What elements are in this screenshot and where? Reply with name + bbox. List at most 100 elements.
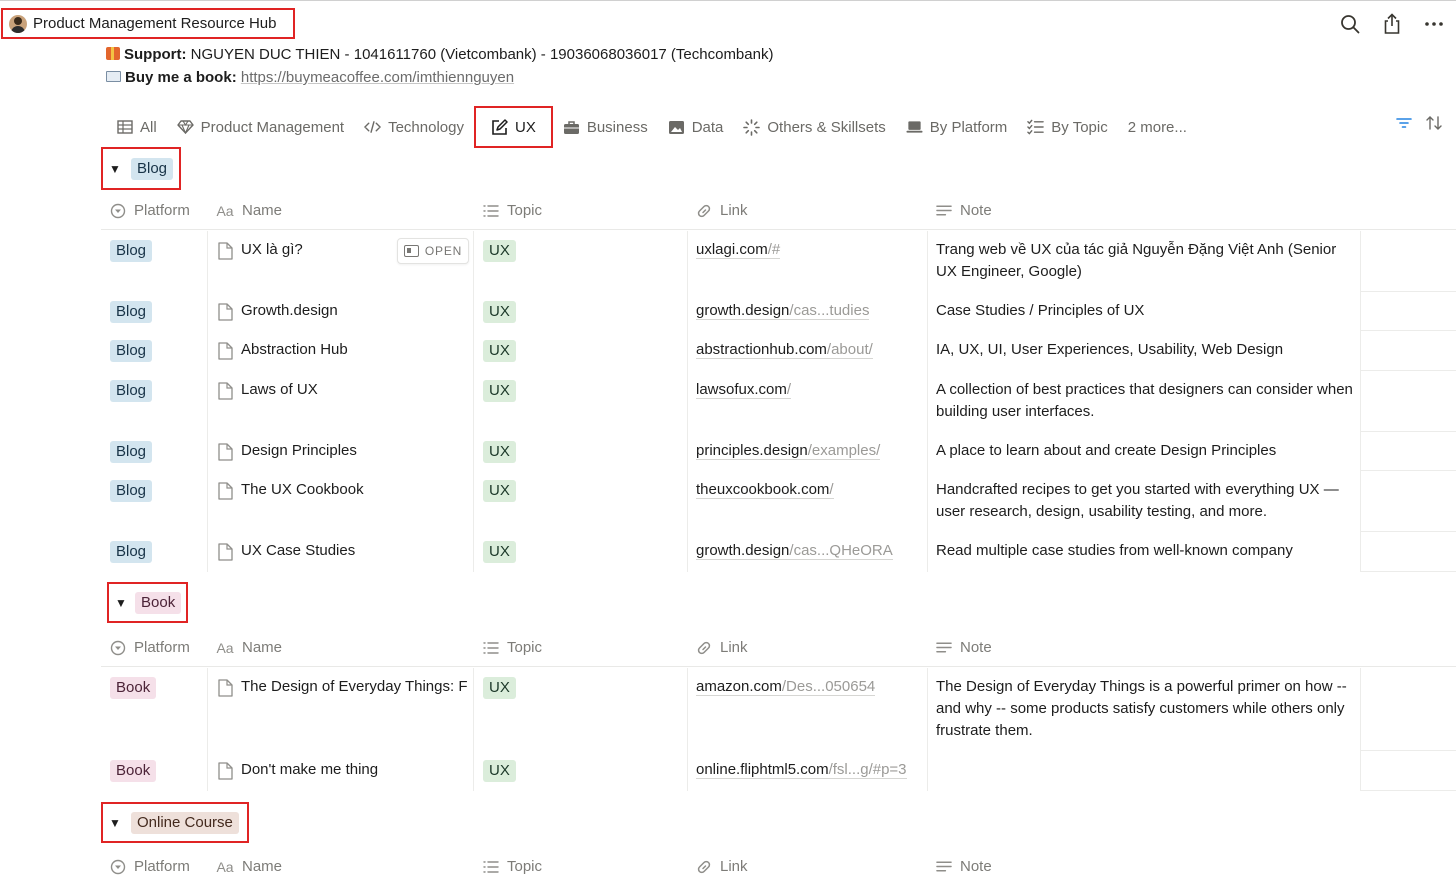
column-note[interactable]: Note (936, 202, 992, 219)
group-header-blog[interactable]: ▼ Blog (101, 147, 181, 190)
text-lines-icon (936, 859, 952, 875)
row-link[interactable]: theuxcookbook.com/ (696, 481, 834, 499)
row-note (936, 759, 1354, 799)
row-link[interactable]: lawsofux.com/ (696, 381, 792, 399)
row-link[interactable]: abstractionhub.com/about/ (696, 341, 873, 359)
row-link[interactable]: amazon.com/Des...050654 (696, 678, 876, 696)
page-icon (218, 543, 233, 561)
row-link[interactable]: principles.design/examples/ (696, 442, 881, 460)
tab-data[interactable]: Data (658, 107, 734, 147)
page-icon (218, 382, 233, 400)
column-topic[interactable]: Topic (483, 639, 542, 656)
group-tag: Blog (131, 157, 174, 180)
topic-tag: UX (483, 301, 516, 323)
column-topic[interactable]: Topic (483, 202, 542, 219)
table-row[interactable]: Book The Design of Everyday Things: F UX… (101, 668, 1456, 751)
more-icon[interactable] (1424, 13, 1444, 35)
group-tag: Book (135, 591, 182, 614)
row-name: Abstraction Hub (241, 341, 348, 358)
tab-product-management[interactable]: Product Management (167, 107, 354, 147)
caret-down-icon[interactable]: ▼ (109, 816, 121, 830)
select-icon (110, 203, 126, 219)
text-icon: Aa (216, 639, 234, 656)
column-link[interactable]: Link (696, 858, 748, 875)
tab-label: Technology (388, 118, 464, 136)
tab-more[interactable]: 2 more... (1118, 107, 1197, 147)
row-link[interactable]: growth.design/cas...tudies (696, 302, 870, 320)
link-icon (696, 203, 712, 219)
tab-ux[interactable]: UX (473, 106, 553, 148)
tab-technology[interactable]: Technology (354, 107, 474, 147)
tab-business[interactable]: Business (553, 107, 658, 147)
table-row[interactable]: Blog The UX Cookbook UX theuxcookbook.co… (101, 471, 1456, 532)
open-label: OPEN (424, 244, 463, 258)
tab-all[interactable]: All (106, 107, 167, 147)
row-name: UX Case Studies (241, 542, 356, 559)
group-box: ▼ Book (107, 582, 188, 623)
image-icon (668, 119, 685, 136)
column-label: Topic (507, 202, 543, 219)
column-name[interactable]: Aa Name (216, 858, 282, 875)
topic-tag: UX (483, 480, 516, 502)
caret-down-icon[interactable]: ▼ (115, 596, 127, 610)
page-info: Support: NGUYEN DUC THIEN - 1041611760 (… (106, 43, 773, 89)
row-link[interactable]: online.fliphtml5.com/fsl...g/#p=3 (696, 761, 907, 779)
column-link[interactable]: Link (696, 202, 748, 219)
column-platform[interactable]: Platform (110, 202, 190, 219)
code-icon (364, 119, 382, 136)
page-title-box[interactable]: Product Management Resource Hub (1, 8, 295, 39)
table-row[interactable]: Blog UX là gì? OPEN UX uxlagi.com/# Tran… (101, 231, 1456, 292)
table-row[interactable]: Blog UX Case Studies UX growth.design/ca… (101, 532, 1456, 572)
group-tag: Online Course (131, 811, 239, 834)
name-cell[interactable]: Don't make me thing (218, 761, 468, 801)
row-note: Handcrafted recipes to get you started w… (936, 481, 1339, 520)
column-label: Link (720, 639, 748, 656)
search-icon[interactable] (1340, 13, 1360, 35)
row-link[interactable]: uxlagi.com/# (696, 241, 781, 259)
column-note[interactable]: Note (936, 639, 992, 656)
tab-others-skillsets[interactable]: Others & Skillsets (733, 107, 895, 147)
name-cell[interactable]: UX Case Studies (218, 542, 468, 582)
page-icon (218, 242, 233, 260)
share-icon[interactable] (1382, 13, 1402, 35)
book-icon (106, 71, 121, 82)
tab-by-topic[interactable]: By Topic (1017, 107, 1117, 147)
column-link[interactable]: Link (696, 639, 748, 656)
row-note: The Design of Everyday Things is a power… (936, 678, 1347, 739)
group-header-book[interactable]: ▼ Book (107, 582, 188, 623)
page-icon (218, 679, 233, 697)
column-platform[interactable]: Platform (110, 639, 190, 656)
column-label: Platform (134, 202, 190, 219)
topic-tag: UX (483, 541, 516, 563)
page-icon (218, 303, 233, 321)
row-name: Growth.design (241, 302, 338, 319)
table-row[interactable]: Blog Growth.design UX growth.design/cas.… (101, 292, 1456, 331)
page-icon (218, 482, 233, 500)
row-note: A collection of best practices that desi… (936, 381, 1353, 420)
filter-icon[interactable] (1396, 116, 1412, 134)
table-row[interactable]: Blog Design Principles UX principles.des… (101, 432, 1456, 471)
column-label: Link (720, 858, 748, 875)
sort-icon[interactable] (1426, 116, 1442, 134)
column-note[interactable]: Note (936, 858, 992, 875)
book-link[interactable]: https://buymeacoffee.com/imthiennguyen (241, 69, 514, 86)
table-row[interactable]: Book Don't make me thing UX online.fliph… (101, 751, 1456, 791)
column-platform[interactable]: Platform (110, 858, 190, 875)
group-box: ▼ Online Course (101, 802, 249, 843)
platform-tag: Blog (110, 380, 153, 402)
name-cell[interactable]: The Design of Everyday Things: F (218, 678, 473, 761)
table-row[interactable]: Blog Laws of UX UX lawsofux.com/ A colle… (101, 371, 1456, 432)
column-topic[interactable]: Topic (483, 858, 542, 875)
column-header-row: Platform Aa Name Topic Link Note (101, 848, 1456, 883)
table-row[interactable]: Blog Abstraction Hub UX abstractionhub.c… (101, 331, 1456, 371)
topic-tag: UX (483, 240, 516, 262)
tab-by-platform[interactable]: By Platform (896, 107, 1018, 147)
tab-label: Others & Skillsets (767, 118, 886, 136)
row-link[interactable]: growth.design/cas...QHeORA (696, 542, 893, 560)
group-header-online-course[interactable]: ▼ Online Course (101, 802, 249, 843)
open-button[interactable]: OPEN (397, 238, 469, 264)
caret-down-icon[interactable]: ▼ (109, 162, 121, 176)
row-name: Laws of UX (241, 381, 318, 398)
column-name[interactable]: Aa Name (216, 202, 282, 219)
column-name[interactable]: Aa Name (216, 639, 282, 656)
